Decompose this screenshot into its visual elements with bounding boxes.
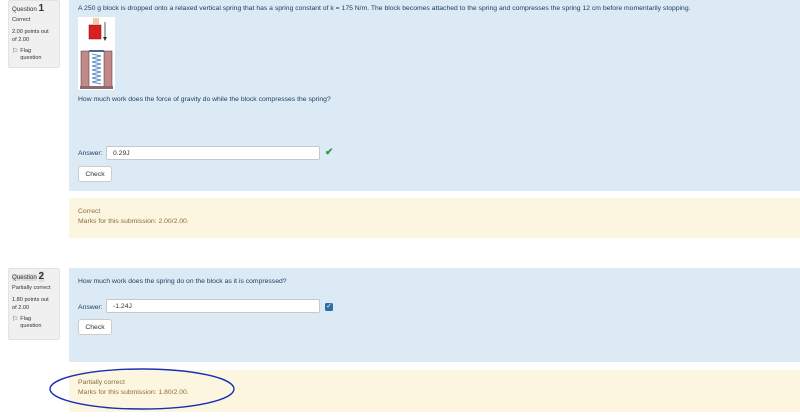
- flag-icon: ⚐: [12, 316, 19, 323]
- question-prompt: How much work does the force of gravity …: [78, 96, 331, 103]
- check-mark-icon: ✔: [325, 147, 334, 158]
- question-grade: 1.80 points out of 2.00: [12, 297, 49, 311]
- feedback-state: Correct: [78, 208, 101, 215]
- flag-label: Flag question: [20, 48, 42, 61]
- question-text: A 250 g block is dropped onto a relaxed …: [78, 5, 691, 12]
- question-state: Partially correct: [12, 285, 51, 291]
- question-outcome-1: Correct Marks for this submission: 2.00/…: [69, 198, 800, 238]
- check-button[interactable]: Check: [78, 319, 112, 335]
- question-prompt: How much work does the spring do on the …: [78, 278, 287, 285]
- question-formulation-2: How much work does the spring do on the …: [69, 268, 800, 362]
- marks-text: Marks for this submission: 1.80/2.00.: [78, 389, 189, 396]
- question-outcome-2: Partially correct Marks for this submiss…: [69, 370, 800, 412]
- question-info-1: Question 1 Correct 2.00 points out of 2.…: [8, 0, 60, 68]
- question-number: Question 2: [12, 271, 45, 282]
- answer-label: Answer:: [78, 304, 103, 311]
- check-button[interactable]: Check: [78, 166, 112, 182]
- question-info-2: Question 2 Partially correct 1.80 points…: [8, 268, 60, 340]
- question-formulation-1: A 250 g block is dropped onto a relaxed …: [69, 0, 800, 191]
- question-state: Correct: [12, 17, 31, 23]
- checkbox-icon: ✓: [325, 303, 333, 311]
- flag-icon: ⚐: [12, 48, 19, 55]
- feedback-state: Partially correct: [78, 379, 125, 386]
- flag-question-link[interactable]: ⚐ Flag question: [12, 316, 57, 330]
- spring-block-diagram: [78, 17, 115, 90]
- question-grade: 2.00 points out of 2.00: [12, 29, 49, 43]
- answer-label: Answer:: [78, 150, 103, 157]
- flag-label: Flag question: [20, 316, 42, 329]
- flag-question-link[interactable]: ⚐ Flag question: [12, 48, 57, 62]
- answer-field[interactable]: 0.29J: [106, 146, 320, 160]
- answer-field[interactable]: -1.24J: [106, 299, 320, 313]
- question-number: Question 1: [12, 3, 45, 14]
- marks-text: Marks for this submission: 2.00/2.00.: [78, 218, 189, 225]
